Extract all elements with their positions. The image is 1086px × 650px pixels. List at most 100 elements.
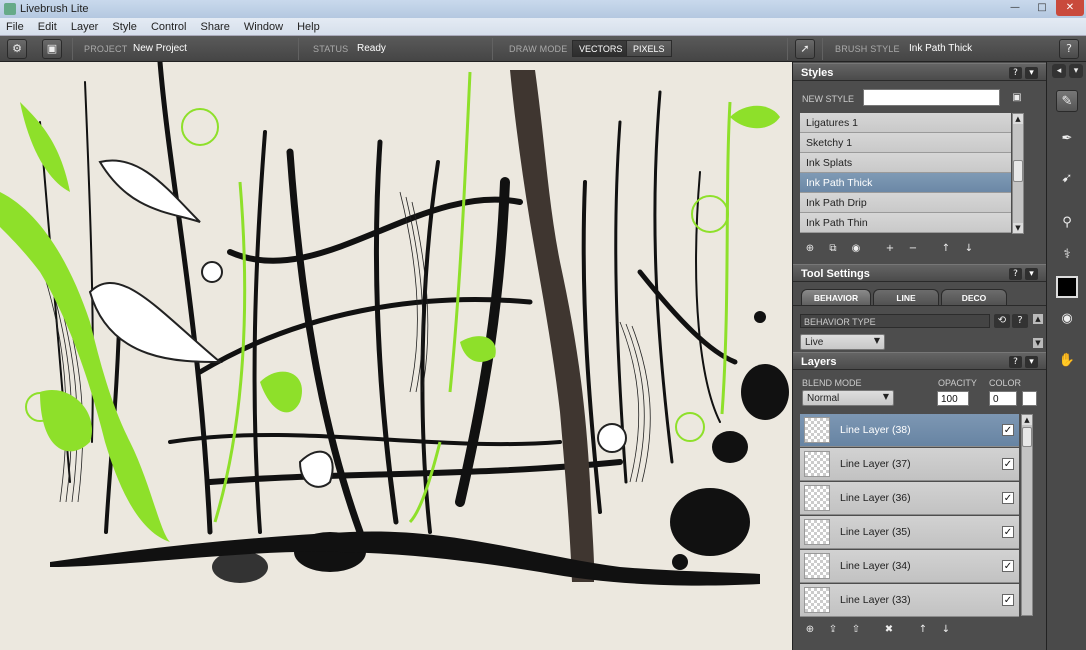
layer-merge-icon[interactable]: ⇧ <box>848 623 864 637</box>
layer-row[interactable]: Line Layer (36) ✓ <box>800 482 1019 515</box>
tool-settings-panel-header[interactable]: Tool Settings ? ▾ <box>793 264 1047 282</box>
layers-scrollbar[interactable]: ▲ <box>1021 414 1033 616</box>
help-icon[interactable]: ? <box>1009 268 1022 280</box>
tab-line[interactable]: LINE <box>873 289 939 305</box>
menu-layer[interactable]: Layer <box>65 18 104 33</box>
art-flower <box>597 423 627 453</box>
layer-import-icon[interactable]: ⇪ <box>825 623 841 637</box>
layer-row-selected[interactable]: Line Layer (38) ✓ <box>800 414 1019 447</box>
arrow-up-icon[interactable]: ↑ <box>915 623 931 637</box>
tab-deco[interactable]: DECO <box>941 289 1007 305</box>
minus-icon[interactable]: − <box>905 242 921 256</box>
layer-thumbnail <box>804 587 830 613</box>
scroll-up-icon[interactable]: ▲ <box>1022 415 1032 425</box>
arrow-up-icon[interactable]: ↑ <box>938 242 954 256</box>
layer-row[interactable]: Line Layer (35) ✓ <box>800 516 1019 549</box>
check-icon[interactable]: ✓ <box>1002 526 1014 538</box>
art-green-spiral <box>181 108 219 146</box>
style-add-icon[interactable]: ⊕ <box>802 242 818 256</box>
help-icon[interactable]: ? <box>1059 39 1079 59</box>
project-label: PROJECT <box>84 44 128 54</box>
hand-icon[interactable]: ✋ <box>1056 350 1078 372</box>
check-icon[interactable]: ✓ <box>1002 424 1014 436</box>
eye-icon[interactable]: ◉ <box>848 242 864 256</box>
reset-icon[interactable]: ⟲ <box>994 314 1010 328</box>
vectors-toggle[interactable]: VECTORS <box>572 40 630 57</box>
gear-icon[interactable]: ⚙ <box>7 39 27 59</box>
help-icon[interactable]: ? <box>1009 356 1022 368</box>
color-input[interactable] <box>989 391 1017 406</box>
brush-style-label: BRUSH STYLE <box>835 44 900 54</box>
opacity-input[interactable] <box>937 391 969 406</box>
check-icon[interactable]: ✓ <box>1002 458 1014 470</box>
scroll-down-icon[interactable]: ▼ <box>1013 223 1023 233</box>
layer-row[interactable]: Line Layer (33) ✓ <box>800 584 1019 617</box>
save-icon[interactable]: ▣ <box>1009 91 1025 105</box>
style-item[interactable]: Ligatures 1 <box>800 113 1011 133</box>
brush-style-value[interactable]: Ink Path Thick <box>909 43 972 54</box>
pointer-icon[interactable]: ➚ <box>795 39 815 59</box>
menu-style[interactable]: Style <box>106 18 141 33</box>
project-name[interactable]: New Project <box>133 43 187 54</box>
scrollbar-thumb[interactable] <box>1022 427 1032 447</box>
collapse-icon[interactable]: ▾ <box>1025 268 1038 280</box>
layer-thumbnail <box>804 553 830 579</box>
menu-share[interactable]: Share <box>194 18 234 33</box>
drawing-canvas[interactable] <box>0 62 792 650</box>
style-item[interactable]: Ink Path Drip <box>800 193 1011 213</box>
minimize-icon[interactable]: — <box>1002 0 1028 16</box>
check-icon[interactable]: ✓ <box>1002 560 1014 572</box>
check-icon[interactable]: ✓ <box>1002 594 1014 606</box>
pixels-toggle[interactable]: PIXELS <box>626 40 672 57</box>
maximize-icon[interactable]: □ <box>1029 0 1055 16</box>
help-icon[interactable]: ? <box>1009 67 1022 79</box>
delete-icon[interactable]: ✖ <box>881 623 897 637</box>
eye-icon[interactable]: ◉ <box>1056 308 1078 330</box>
arrow-down-icon[interactable]: ↓ <box>938 623 954 637</box>
behavior-type-dropdown[interactable]: Live ▼ <box>800 334 885 350</box>
transform-icon[interactable]: ➹ <box>1056 168 1078 190</box>
save-icon[interactable]: ▣ <box>42 39 62 59</box>
scroll-up-icon[interactable]: ▲ <box>1013 114 1023 124</box>
check-icon[interactable]: ✓ <box>1002 492 1014 504</box>
art-green-leaf <box>0 192 170 542</box>
styles-scrollbar[interactable]: ▲ ▼ <box>1012 113 1024 234</box>
close-icon[interactable]: ✕ <box>1056 0 1084 16</box>
layer-color-swatch[interactable] <box>1022 391 1037 406</box>
menu-file[interactable]: File <box>0 18 29 33</box>
toolbar-divider <box>298 38 299 60</box>
pen-icon[interactable]: ✒ <box>1056 128 1078 150</box>
scroll-up-icon[interactable]: ▲ <box>1033 314 1043 324</box>
menu-window[interactable]: Window <box>238 18 288 33</box>
layer-row[interactable]: Line Layer (37) ✓ <box>800 448 1019 481</box>
menu-help[interactable]: Help <box>291 18 325 33</box>
scroll-down-icon[interactable]: ▼ <box>1033 338 1043 348</box>
collapse-icon[interactable]: ▾ <box>1025 67 1038 79</box>
style-item[interactable]: Sketchy 1 <box>800 133 1011 153</box>
menu-control[interactable]: Control <box>145 18 191 33</box>
new-style-input[interactable] <box>863 89 1000 106</box>
style-item-selected[interactable]: Ink Path Thick <box>800 173 1011 193</box>
layers-panel-header[interactable]: Layers ? ▾ <box>793 352 1047 370</box>
help-icon[interactable]: ? <box>1012 314 1028 328</box>
style-item[interactable]: Ink Splats <box>800 153 1011 173</box>
layer-add-icon[interactable]: ⊕ <box>802 623 818 637</box>
tab-behavior[interactable]: BEHAVIOR <box>801 289 871 305</box>
styles-panel-header[interactable]: Styles ? ▾ <box>793 63 1047 81</box>
brush-icon[interactable]: ✎ <box>1056 90 1078 112</box>
scrollbar-thumb[interactable] <box>1013 160 1023 182</box>
style-item[interactable]: Ink Path Thin <box>800 213 1011 233</box>
arrow-down-icon[interactable]: ↓ <box>961 242 977 256</box>
eyedropper-icon[interactable]: ⚕ <box>1056 244 1078 266</box>
collapse-icon[interactable]: ▾ <box>1069 64 1083 78</box>
plus-icon[interactable]: + <box>882 242 898 256</box>
collapse-icon[interactable]: ◂ <box>1052 64 1066 78</box>
menu-edit[interactable]: Edit <box>32 18 62 33</box>
layer-name: Line Layer (33) <box>840 594 911 606</box>
layer-row[interactable]: Line Layer (34) ✓ <box>800 550 1019 583</box>
blend-mode-dropdown[interactable]: Normal ▼ <box>802 390 894 406</box>
style-duplicate-icon[interactable]: ⧉ <box>825 242 841 256</box>
collapse-icon[interactable]: ▾ <box>1025 356 1038 368</box>
color-swatch[interactable] <box>1056 276 1078 298</box>
stamp-icon[interactable]: ⚲ <box>1056 212 1078 234</box>
